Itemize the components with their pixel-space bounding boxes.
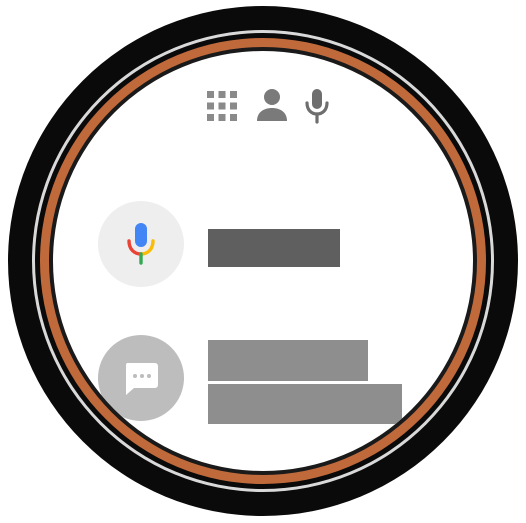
- watch-screen: [53, 51, 473, 471]
- microphone-icon[interactable]: [303, 87, 331, 125]
- message-text-line-2[interactable]: [208, 384, 402, 424]
- voice-search-avatar[interactable]: [98, 201, 184, 287]
- watch-stage: [0, 0, 526, 523]
- message-text-line-1[interactable]: [208, 340, 368, 381]
- apps-grid-icon[interactable]: [205, 89, 239, 123]
- account-icon[interactable]: [255, 87, 289, 123]
- chat-bubble-icon: [125, 363, 158, 395]
- google-mic-icon: [127, 223, 155, 265]
- message-avatar[interactable]: [98, 335, 184, 421]
- voice-query-text[interactable]: [208, 229, 340, 267]
